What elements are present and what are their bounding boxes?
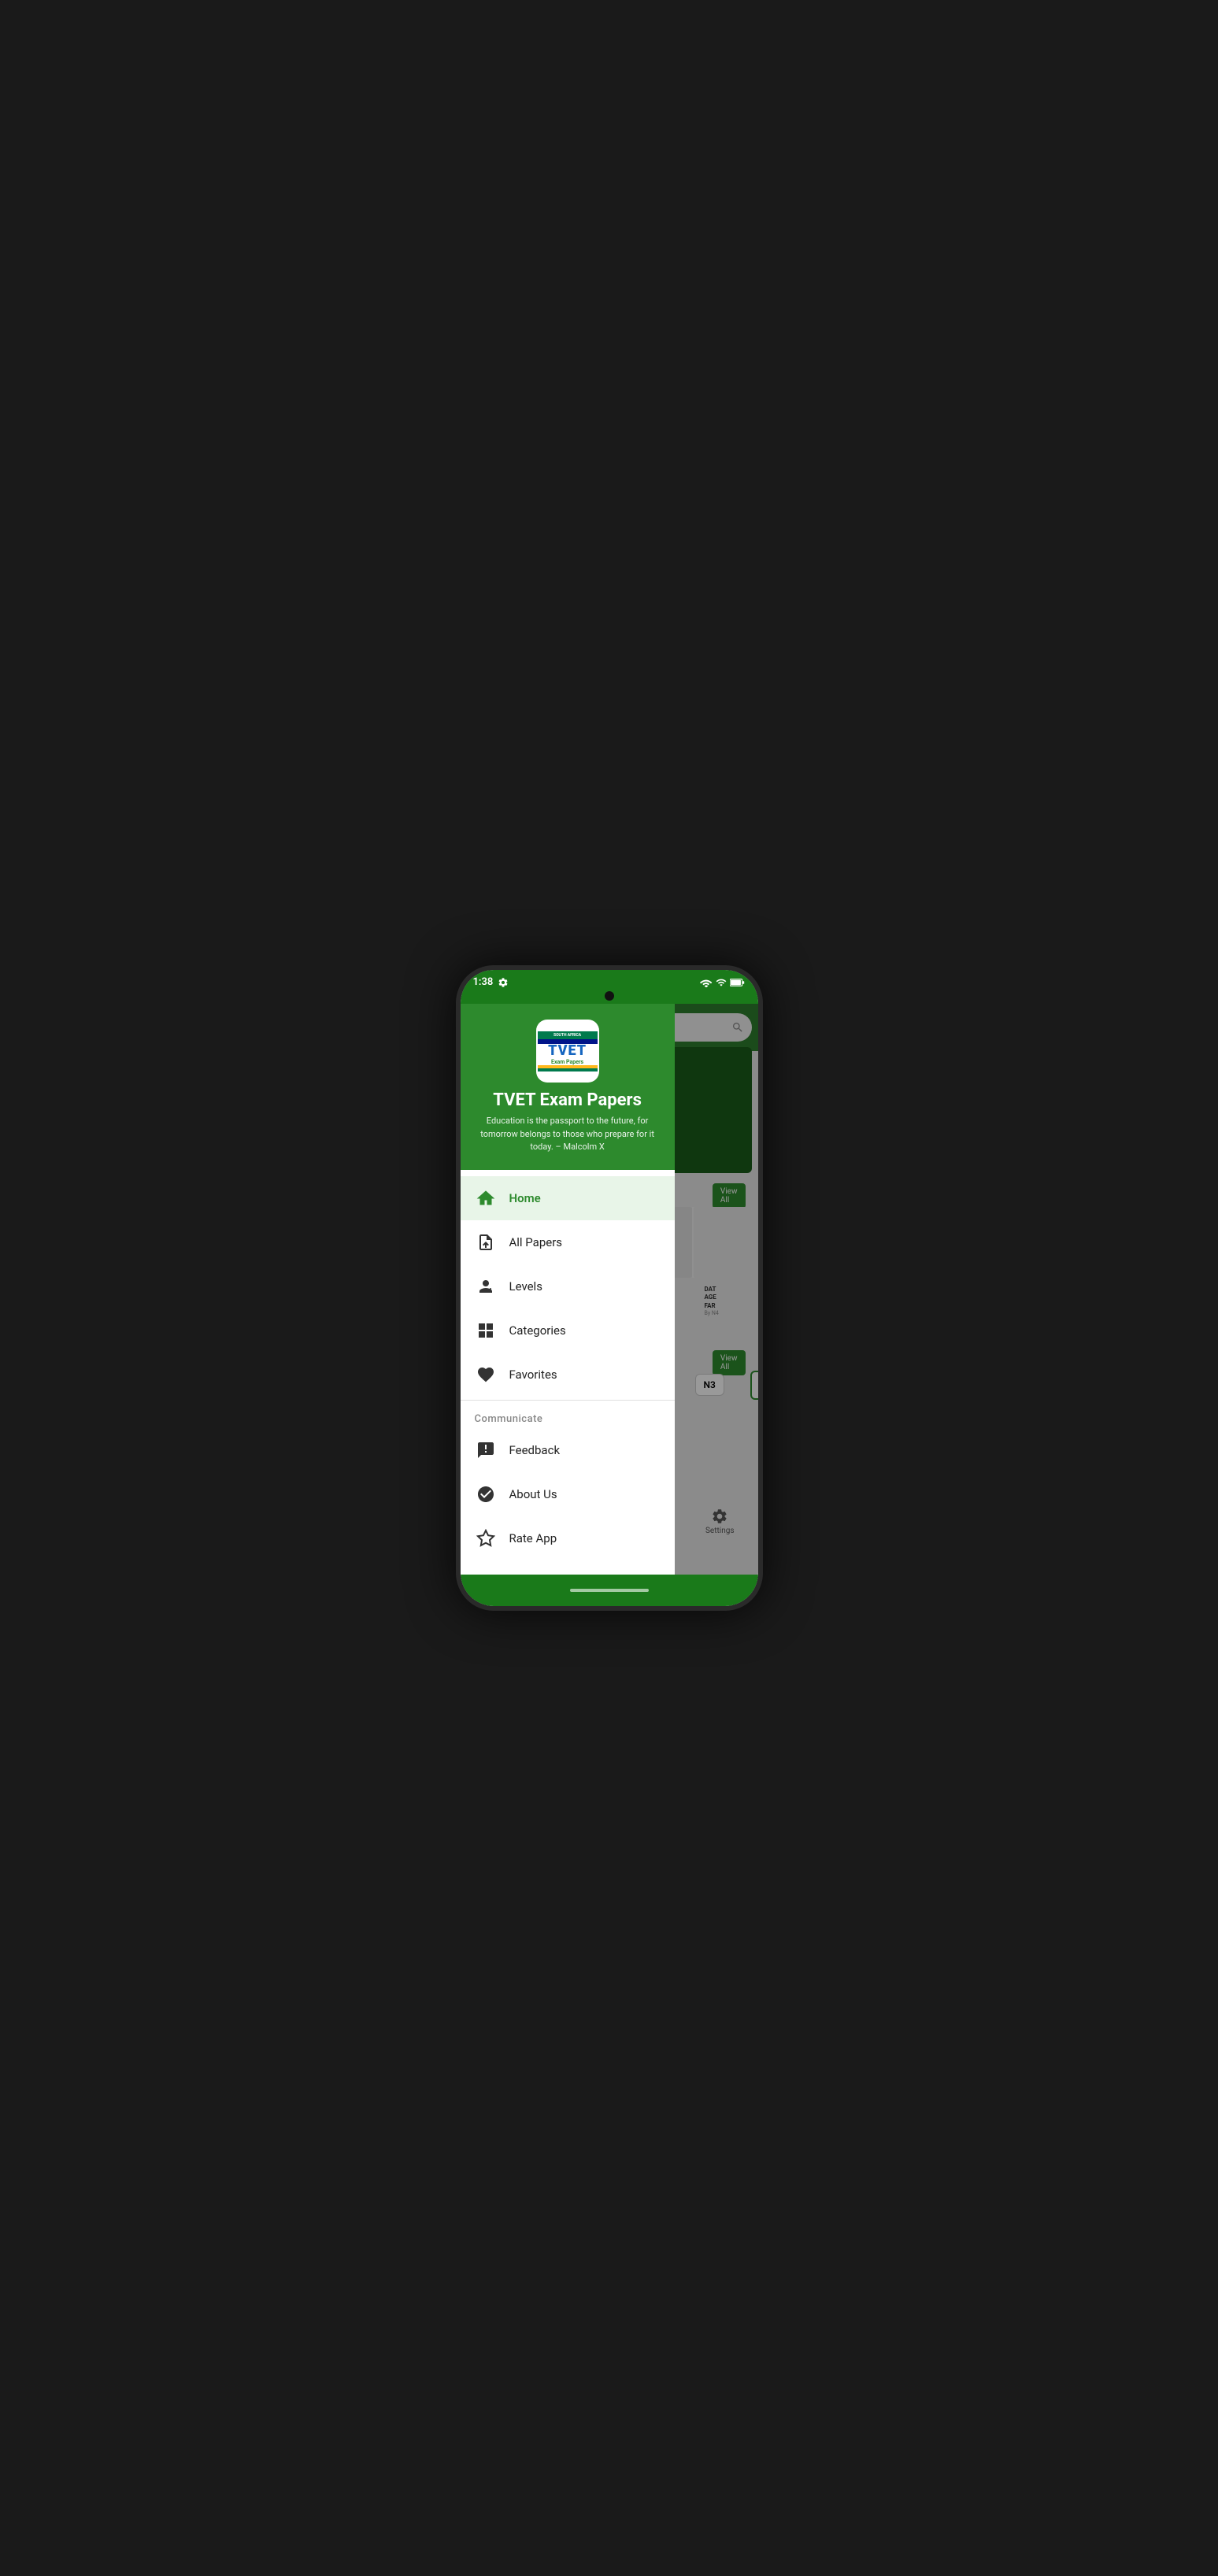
status-bar: 1:38	[461, 970, 758, 991]
home-indicator	[570, 1589, 649, 1592]
nav-label-rate-app: Rate App	[509, 1531, 557, 1545]
feedback-icon	[475, 1439, 497, 1461]
all-papers-icon	[475, 1231, 497, 1253]
signal-icon	[716, 977, 727, 988]
nav-label-all-papers: All Papers	[509, 1235, 563, 1249]
app-title: TVET Exam Papers	[493, 1090, 642, 1110]
nav-item-favorites[interactable]: Favorites	[461, 1353, 675, 1397]
nav-item-feedback[interactable]: Feedback	[461, 1428, 675, 1472]
status-time: 1:38	[473, 976, 494, 988]
nav-label-feedback: Feedback	[509, 1443, 561, 1457]
nav-label-favorites: Favorites	[509, 1368, 557, 1382]
home-icon	[475, 1187, 497, 1209]
nav-item-home[interactable]: Home	[461, 1176, 675, 1220]
about-us-icon	[475, 1483, 497, 1505]
app-logo: SOUTH AFRICA TVET Exam Papers	[536, 1020, 599, 1083]
phone-frame: 1:38	[456, 965, 763, 1611]
nav-item-share-app[interactable]: Share App	[461, 1560, 675, 1575]
nav-item-all-papers[interactable]: All Papers	[461, 1220, 675, 1264]
nav-label-home: Home	[509, 1191, 541, 1205]
phone-screen: 1:38	[461, 970, 758, 1606]
camera-dot	[605, 991, 614, 1001]
drawer-header: SOUTH AFRICA TVET Exam Papers TVET Exam …	[461, 1004, 675, 1170]
nav-label-levels: Levels	[509, 1279, 542, 1294]
nav-item-categories[interactable]: Categories	[461, 1308, 675, 1353]
screen-content: CATE co.za media 2023 View All	[461, 1004, 758, 1575]
nav-item-levels[interactable]: Levels	[461, 1264, 675, 1308]
nav-item-rate-app[interactable]: Rate App	[461, 1516, 675, 1560]
rate-app-icon	[475, 1527, 497, 1549]
nav-divider	[461, 1400, 675, 1401]
communicate-section-label: Communicate	[461, 1404, 675, 1428]
camera-area	[461, 991, 758, 1004]
gear-icon	[498, 977, 509, 988]
nav-label-categories: Categories	[509, 1323, 566, 1338]
battery-icon	[730, 978, 746, 987]
levels-icon	[475, 1275, 497, 1297]
wifi-icon	[700, 978, 713, 987]
favorites-icon	[475, 1364, 497, 1386]
navigation-drawer: SOUTH AFRICA TVET Exam Papers TVET Exam …	[461, 1004, 675, 1575]
share-app-icon	[475, 1571, 497, 1575]
categories-icon	[475, 1319, 497, 1342]
drawer-nav: Home All Papers Levels	[461, 1170, 675, 1575]
nav-label-about-us: About Us	[509, 1487, 557, 1501]
bottom-bar	[461, 1575, 758, 1606]
nav-item-about-us[interactable]: About Us	[461, 1472, 675, 1516]
status-icons	[700, 977, 746, 988]
drawer-quote: Education is the passport to the future,…	[473, 1115, 662, 1154]
